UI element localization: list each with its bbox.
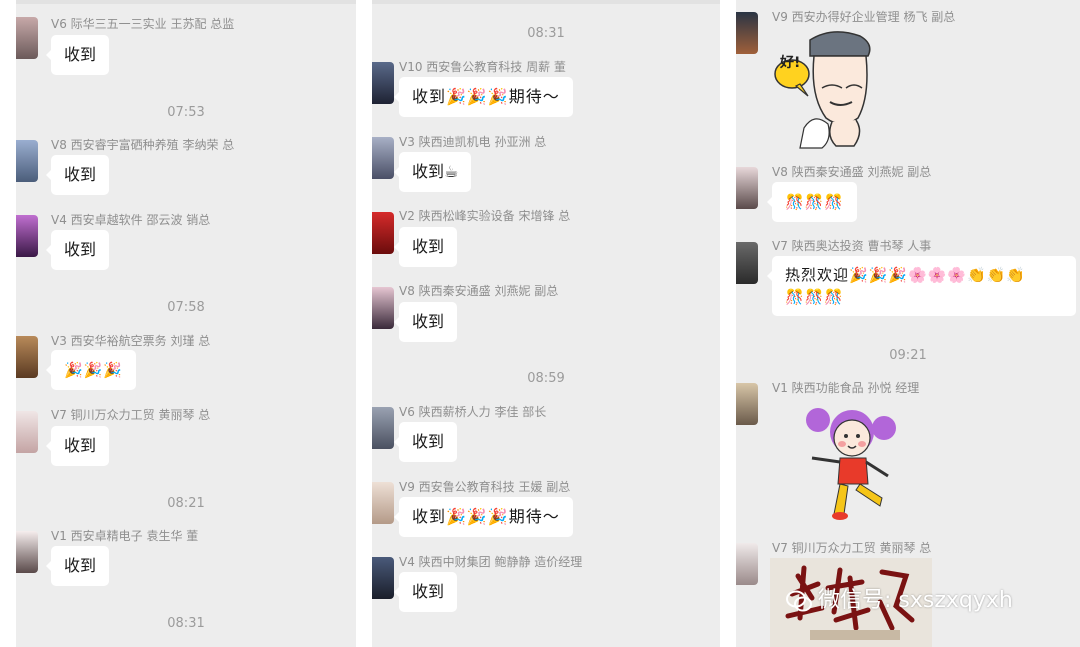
- timestamp: 08:31: [167, 616, 205, 631]
- cartoon-man-icon: [770, 26, 880, 150]
- timestamp: 09:21: [889, 348, 927, 363]
- message-bubble[interactable]: 收到: [45, 155, 110, 195]
- sender-name: V7 铜川万众力工贸 黄丽琴 总: [772, 541, 932, 555]
- timestamp: 08:59: [527, 371, 565, 386]
- avatar[interactable]: [372, 482, 394, 524]
- message-bubble[interactable]: 收到: [393, 302, 458, 342]
- timestamp: 08:21: [167, 496, 205, 511]
- message-bubble[interactable]: 收到: [45, 426, 110, 466]
- sender-name: V4 西安卓越软件 邵云波 销总: [51, 213, 211, 227]
- avatar[interactable]: [16, 531, 38, 573]
- message-bubble[interactable]: 🎉🎉🎉: [45, 350, 137, 390]
- sender-name: V7 陕西奥达投资 曹书琴 人事: [772, 239, 932, 253]
- divider: [16, 0, 356, 4]
- avatar[interactable]: [16, 17, 38, 59]
- sender-name: V1 西安卓精电子 袁生华 董: [51, 529, 199, 543]
- sticker-label: 好!: [780, 55, 801, 71]
- avatar[interactable]: [372, 407, 394, 449]
- sender-name: V8 西安睿宇富硒种养殖 李纳荣 总: [51, 138, 235, 152]
- sender-name: V2 陕西松峰实验设备 宋增锋 总: [399, 209, 571, 223]
- message-bubble[interactable]: 🎊🎊🎊: [766, 182, 858, 222]
- message-bubble[interactable]: 收到☕: [393, 152, 472, 192]
- chat-panel-right[interactable]: V9 西安办得好企业管理 杨飞 副总 好! V8 陕西秦安通盛 刘燕妮 副总 🎊…: [736, 0, 1080, 647]
- sender-name: V9 西安鲁公教育科技 王媛 副总: [399, 480, 571, 494]
- avatar[interactable]: [736, 242, 758, 284]
- message-bubble[interactable]: 收到🎉🎉🎉期待～: [394, 77, 573, 117]
- sender-name: V9 西安办得好企业管理 杨飞 副总: [772, 10, 956, 24]
- avatar[interactable]: [16, 140, 38, 182]
- sender-name: V3 陕西迪凯机电 孙亚洲 总: [399, 135, 547, 149]
- sender-name: V8 陕西秦安通盛 刘燕妮 副总: [772, 165, 932, 179]
- avatar[interactable]: [372, 212, 394, 254]
- divider: [372, 0, 720, 4]
- timestamp: 07:53: [167, 105, 205, 120]
- avatar[interactable]: [16, 215, 38, 257]
- message-bubble[interactable]: 收到: [393, 572, 458, 612]
- avatar[interactable]: [736, 383, 758, 425]
- message-bubble[interactable]: 热烈欢迎🎉🎉🎉🌸🌸🌸👏👏👏 🎊🎊🎊: [767, 256, 1076, 316]
- message-bubble[interactable]: 收到🎉🎉🎉期待～: [394, 497, 573, 537]
- sender-name: V6 陕西薪桥人力 李佳 部长: [399, 405, 547, 419]
- message-bubble[interactable]: 收到: [393, 227, 458, 267]
- message-bubble[interactable]: 收到: [393, 422, 458, 462]
- sender-name: V7 铜川万众力工贸 黄丽琴 总: [51, 408, 211, 422]
- avatar[interactable]: [16, 411, 38, 453]
- timestamp: 08:31: [527, 26, 565, 41]
- avatar[interactable]: [16, 336, 38, 378]
- timestamp: 07:58: [167, 300, 205, 315]
- sticker-cartoon-man[interactable]: 好!: [770, 26, 880, 150]
- chat-panel-middle[interactable]: 08:31 V10 西安鲁公教育科技 周薪 董 收到🎉🎉🎉期待～ V3 陕西迪凯…: [372, 0, 720, 647]
- watermark: 微信号: sxszxqyxh: [786, 582, 1013, 614]
- wechat-icon: [786, 590, 812, 612]
- avatar[interactable]: [372, 557, 394, 599]
- watermark-text: 微信号: sxszxqyxh: [818, 588, 1013, 613]
- avatar[interactable]: [736, 543, 758, 585]
- sender-name: V1 陕西功能食品 孙悦 经理: [772, 381, 920, 395]
- avatar[interactable]: [372, 137, 394, 179]
- chat-panel-left[interactable]: V6 际华三五一三实业 王苏配 总监 收到 07:53 V8 西安睿宇富硒种养殖…: [16, 0, 356, 647]
- message-bubble[interactable]: 收到: [45, 230, 110, 270]
- sender-name: V3 西安华裕航空票务 刘瑾 总: [51, 334, 211, 348]
- sender-name: V10 西安鲁公教育科技 周薪 董: [399, 60, 566, 74]
- avatar[interactable]: [736, 12, 758, 54]
- message-bubble[interactable]: 收到: [45, 546, 110, 586]
- dancing-girl-icon: [806, 408, 896, 520]
- message-line: 热烈欢迎🎉🎉🎉🌸🌸🌸👏👏👏: [785, 266, 1027, 284]
- avatar[interactable]: [372, 62, 394, 104]
- sticker-dancing-girl[interactable]: [796, 402, 906, 524]
- message-line: 🎊🎊🎊: [785, 288, 845, 306]
- message-bubble[interactable]: 收到: [45, 35, 110, 75]
- sender-name: V6 际华三五一三实业 王苏配 总监: [51, 17, 235, 31]
- avatar[interactable]: [736, 167, 758, 209]
- sender-name: V4 陕西中财集团 鲍静静 造价经理: [399, 555, 583, 569]
- sender-name: V8 陕西秦安通盛 刘燕妮 副总: [399, 284, 559, 298]
- avatar[interactable]: [372, 287, 394, 329]
